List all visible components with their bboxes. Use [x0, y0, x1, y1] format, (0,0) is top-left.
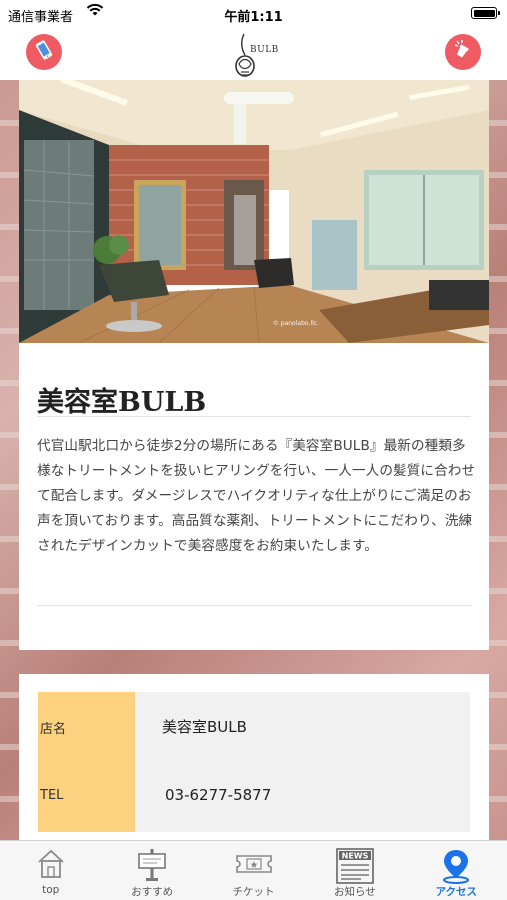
signboard-icon [136, 848, 168, 886]
info-table: 店名 美容室BULB TEL 03-6277-5877 [38, 692, 470, 832]
clock-time: 午前1:11 [224, 10, 283, 25]
tab-top[interactable]: top [0, 841, 101, 900]
info-label: 店名 [38, 692, 135, 762]
logo-text: BULB [250, 45, 279, 55]
phone-icon [33, 39, 55, 65]
brand-logo[interactable]: BULB [224, 28, 284, 80]
status-bar: 通信事業者 午前1:11 [0, 0, 507, 28]
location-pin-icon [439, 848, 473, 888]
info-value: 美容室BULB [135, 692, 470, 762]
title-divider [37, 416, 471, 417]
salon-info-card: 店名 美容室BULB TEL 03-6277-5877 [19, 674, 489, 844]
app-header: BULB [0, 28, 507, 80]
tab-label: おすすめ [131, 886, 174, 898]
tab-access[interactable]: アクセス [406, 841, 507, 900]
svg-text:NEWS: NEWS [342, 852, 369, 861]
tab-label: top [42, 884, 60, 896]
description-divider [37, 605, 471, 606]
flashlight-button[interactable] [445, 34, 481, 70]
info-label: TEL [38, 762, 135, 832]
ticket-icon [234, 848, 274, 884]
phone-button[interactable] [26, 34, 62, 70]
tab-label: アクセス [435, 886, 478, 898]
phone-number-link[interactable]: 03-6277-5877 [135, 762, 470, 832]
news-icon: NEWS [335, 848, 375, 888]
salon-description: 代官山駅北口から徒歩2分の場所にある『美容室BULB』最新の種類多様なトリートメ… [37, 438, 476, 554]
bottom-tab-bar: top おすすめ チケット NEWS お知らせ アクセス [0, 840, 507, 900]
tab-recommend[interactable]: おすすめ [101, 841, 202, 900]
salon-intro-card: © panolabo,llc. 美容室BULB 代官山駅北口から徒歩2分の場所に… [19, 80, 489, 650]
flashlight-icon [452, 39, 474, 65]
tab-news[interactable]: NEWS お知らせ [304, 841, 405, 900]
info-row-tel[interactable]: TEL 03-6277-5877 [38, 762, 470, 832]
battery-icon [471, 7, 500, 19]
salon-interior-photo: © panolabo,llc. [19, 80, 489, 343]
salon-title: 美容室BULB [37, 387, 207, 418]
tab-ticket[interactable]: チケット [203, 841, 304, 900]
photo-credit: © panolabo,llc. [272, 320, 319, 327]
tab-label: チケット [232, 886, 275, 898]
house-icon [36, 848, 66, 884]
info-row-name: 店名 美容室BULB [38, 692, 470, 762]
tab-label: お知らせ [334, 886, 376, 898]
